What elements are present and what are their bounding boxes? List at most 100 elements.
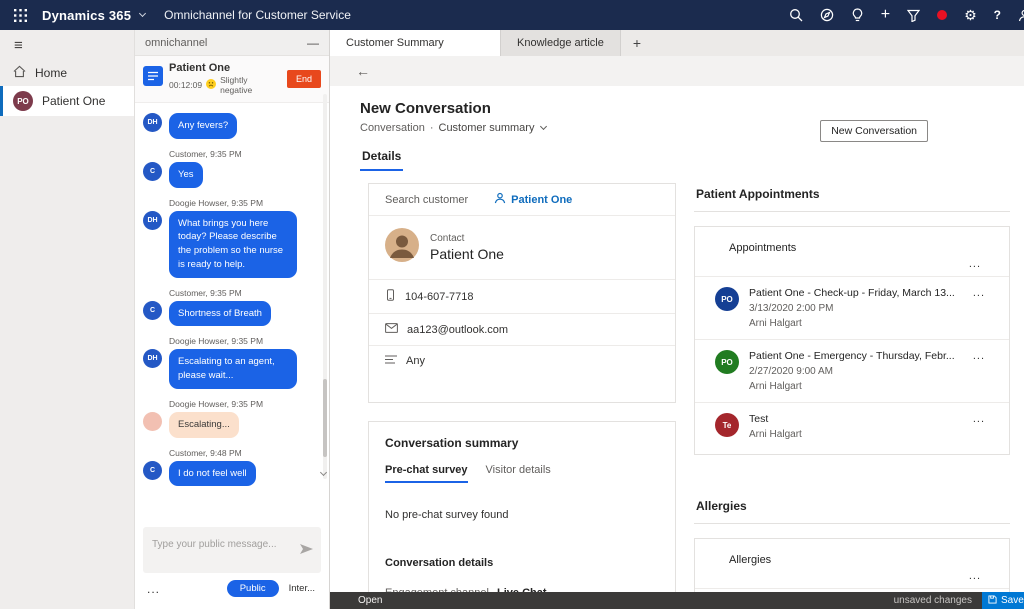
chat-session-icon (143, 66, 163, 91)
phone-icon (385, 289, 396, 304)
appointment-row[interactable]: Te Test Arni Halgart ... (695, 403, 1009, 450)
add-tab-button[interactable]: + (621, 30, 653, 56)
search-icon[interactable] (789, 8, 803, 22)
chat-message: Customer, 9:35 PM C Yes (143, 149, 309, 188)
send-icon[interactable] (299, 543, 314, 555)
linked-customer-link[interactable]: Patient One (494, 192, 572, 207)
chat-timer: 00:12:09 (169, 80, 202, 90)
sentiment-face-icon (206, 79, 216, 91)
workspace-tabstrip: Customer Summary Knowledge article + (330, 30, 1024, 56)
tab-details[interactable]: Details (360, 149, 403, 171)
message-avatar: DH (143, 113, 162, 132)
save-button[interactable]: Save (982, 592, 1024, 609)
form-selector[interactable]: Customer summary (439, 122, 535, 134)
hamburger-icon[interactable]: ≡ (0, 30, 37, 59)
contact-name[interactable]: Patient One (430, 246, 504, 262)
home-icon (13, 65, 26, 81)
scrollbar-thumb[interactable] (323, 379, 327, 457)
form-body: Search customer Patient One (330, 171, 1024, 609)
record-state: Open (358, 595, 382, 606)
customer-card: Search customer Patient One (368, 183, 676, 403)
tab-knowledge-article[interactable]: Knowledge article (500, 30, 621, 56)
presence-indicator[interactable] (937, 10, 947, 20)
tab-prechat-survey[interactable]: Pre-chat survey (385, 464, 468, 483)
chat-panel: omnichannel — Patient One 00:12:09 Sligh… (135, 30, 330, 609)
end-session-button[interactable]: End (287, 70, 321, 88)
email-field[interactable]: aa123@outlook.com (369, 314, 675, 346)
appointment-row[interactable]: PO Patient One - Check-up - Friday, Marc… (695, 277, 1009, 340)
tab-customer-summary[interactable]: Customer Summary (330, 30, 500, 56)
app-name[interactable]: Omnichannel for Customer Service (164, 8, 351, 22)
settings-gear-icon[interactable]: ⚙ (964, 8, 977, 22)
allergies-list-title: Allergies (695, 549, 1009, 566)
app-launcher-icon[interactable] (8, 5, 33, 26)
message-avatar: DH (143, 349, 162, 368)
composer-overflow-icon[interactable]: ... (147, 582, 160, 596)
appointments-card: Appointments ... PO Patient One - Check-… (694, 226, 1010, 455)
internal-tab[interactable]: Inter... (289, 583, 315, 594)
session-avatar: PO (13, 91, 33, 111)
chat-panel-header: omnichannel — (135, 30, 329, 56)
row-overflow-icon[interactable]: ... (973, 287, 995, 299)
message-composer[interactable] (143, 527, 321, 573)
chat-message: Doogie Howser, 9:35 PM DH Escalating to … (143, 336, 309, 389)
message-bubble: I do not feel well (169, 461, 256, 487)
lightbulb-icon[interactable] (851, 8, 864, 22)
message-bubble: Escalating... (169, 412, 239, 438)
sidebar-item-label: Patient One (42, 94, 105, 108)
chat-message: Customer, 9:48 PM C I do not feel well (143, 448, 309, 487)
chevron-down-icon[interactable] (139, 10, 146, 17)
message-avatar: C (143, 461, 162, 480)
contact-icon (494, 192, 506, 207)
sentiment-label: Slightly negative (220, 75, 281, 95)
chat-message-list[interactable]: DH Any fevers? Customer, 9:35 PM C Yes D… (135, 103, 329, 521)
row-overflow-icon[interactable]: ... (973, 350, 995, 362)
record-form: New Conversation Conversation · Customer… (330, 86, 1024, 609)
entity-label: Conversation (360, 122, 425, 134)
new-conversation-button[interactable]: New Conversation (820, 120, 928, 142)
chat-message: DH Any fevers? (143, 113, 309, 139)
minimize-icon[interactable]: — (307, 36, 319, 50)
chevron-down-icon[interactable] (540, 123, 547, 130)
sidebar-item-session-patient-one[interactable]: PO Patient One (0, 86, 134, 116)
left-sidebar: ≡ Home PO Patient One (0, 30, 135, 609)
appointment-row[interactable]: PO Patient One - Emergency - Thursday, F… (695, 340, 1009, 403)
message-avatar: C (143, 162, 162, 181)
conversation-summary-card: Conversation summary Pre-chat survey Vis… (368, 421, 676, 609)
message-bubble: Escalating to an agent, please wait... (169, 349, 297, 389)
message-bubble: Shortness of Breath (169, 301, 271, 327)
help-icon[interactable]: ? (994, 8, 1001, 22)
chat-scrollbar[interactable] (323, 94, 327, 479)
sidebar-item-home[interactable]: Home (0, 59, 134, 86)
message-avatar: DH (143, 211, 162, 230)
allergies-heading: Allergies (694, 495, 1010, 524)
option-field[interactable]: Any (369, 346, 675, 376)
public-tab[interactable]: Public (227, 580, 279, 597)
contact-photo-avatar[interactable] (385, 228, 419, 267)
email-icon (385, 323, 398, 336)
brand-title[interactable]: Dynamics 365 (42, 8, 131, 23)
app-window: Dynamics 365 Omnichannel for Customer Se… (0, 0, 1024, 609)
phone-field[interactable]: 104-607-7718 (369, 280, 675, 314)
account-icon[interactable] (1018, 9, 1024, 22)
compass-icon[interactable] (820, 8, 834, 22)
appointment-avatar: Te (715, 413, 739, 437)
message-input[interactable] (152, 539, 297, 550)
quick-create-plus-icon[interactable]: + (881, 7, 890, 23)
appointments-overflow-icon[interactable]: ... (695, 254, 1009, 277)
message-avatar (143, 412, 162, 431)
allergies-overflow-icon[interactable]: ... (695, 566, 1009, 589)
filter-icon[interactable] (907, 9, 920, 22)
chat-panel-title: omnichannel (145, 37, 207, 49)
chat-message-system: Doogie Howser, 9:35 PM Escalating... (143, 399, 309, 438)
appointment-avatar: PO (715, 287, 739, 311)
contact-type-label: Contact (430, 233, 504, 244)
search-customer-label: Search customer (385, 194, 468, 206)
unsaved-changes-label: unsaved changes (894, 595, 972, 606)
back-arrow-icon[interactable]: ← (356, 63, 370, 79)
sidebar-item-label: Home (35, 66, 67, 80)
row-overflow-icon[interactable]: ... (973, 413, 995, 425)
tab-visitor-details[interactable]: Visitor details (486, 464, 551, 483)
message-bubble: Any fevers? (169, 113, 237, 139)
patient-appointments-heading: Patient Appointments (694, 183, 1010, 212)
